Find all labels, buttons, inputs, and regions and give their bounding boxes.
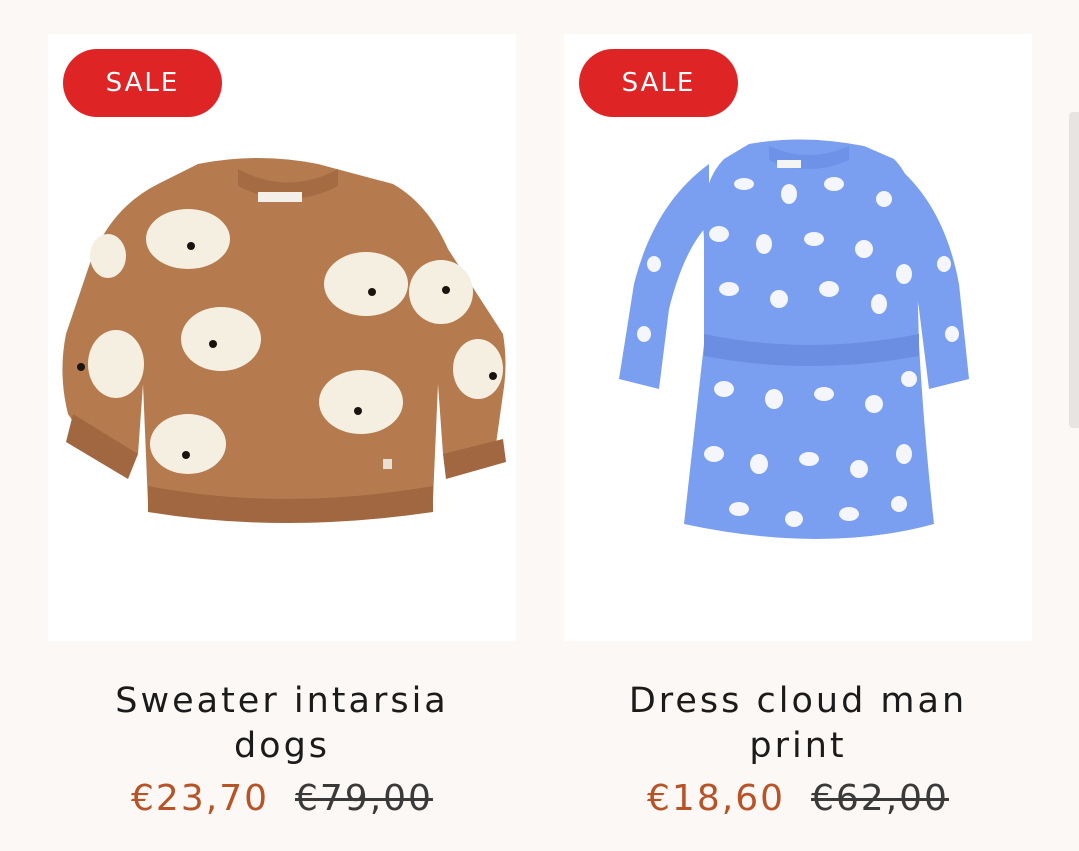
product-title[interactable]: Sweater intarsia dogs <box>48 679 516 769</box>
product-title[interactable]: Dress cloud man print <box>564 679 1032 769</box>
next-card-edge[interactable] <box>1069 112 1079 428</box>
regular-price: €62,00 <box>811 778 949 819</box>
regular-price: €79,00 <box>295 778 433 819</box>
sale-badge: SALE <box>579 49 738 117</box>
dress-image[interactable] <box>564 34 1032 641</box>
sale-price: €23,70 <box>131 778 269 819</box>
product-card[interactable]: SALE Dress cloud man print €18,60 €62,00 <box>564 34 1032 819</box>
sale-price: €18,60 <box>647 778 785 819</box>
product-image-container[interactable]: SALE <box>564 34 1032 641</box>
sale-badge: SALE <box>63 49 222 117</box>
product-card[interactable]: SALE Sweater intarsia dogs €23,70 €79,00 <box>48 34 516 819</box>
product-grid: SALE Sweater intarsia dogs €23,70 €79,00 <box>0 0 1079 851</box>
price-row: €23,70 €79,00 <box>48 778 516 819</box>
sweater-image[interactable] <box>48 34 516 641</box>
price-row: €18,60 €62,00 <box>564 778 1032 819</box>
product-image-container[interactable]: SALE <box>48 34 516 641</box>
